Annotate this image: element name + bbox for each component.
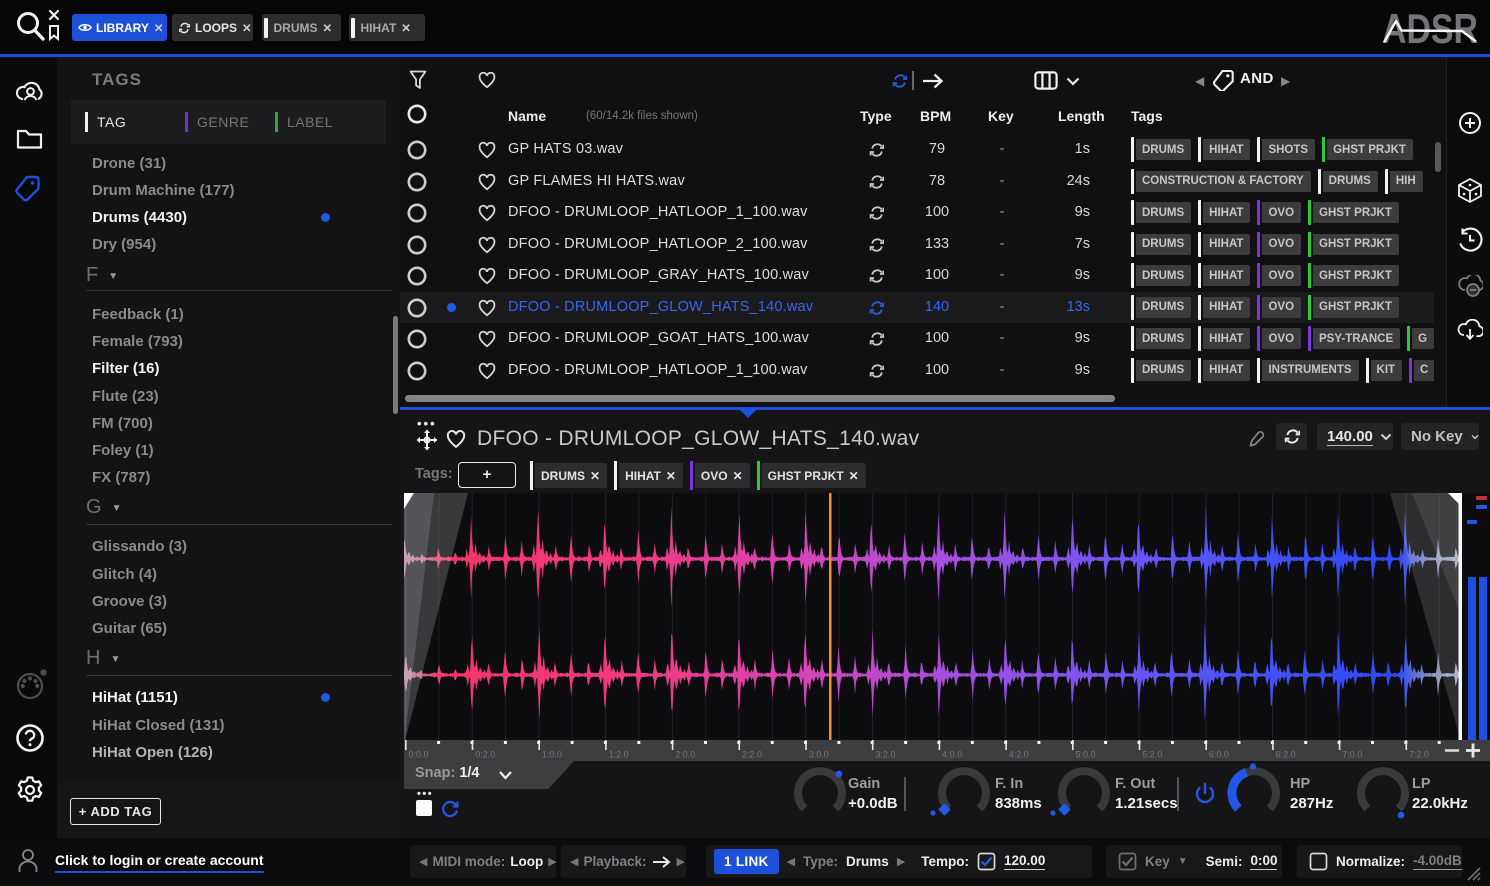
svg-text:1:0.0: 1:0.0 — [542, 750, 562, 760]
svg-text:1:2.0: 1:2.0 — [609, 750, 629, 760]
svg-text:0:2.0: 0:2.0 — [475, 750, 495, 760]
svg-text:ADSR: ADSR — [1382, 8, 1478, 47]
svg-text:3:2.0: 3:2.0 — [875, 750, 895, 760]
svg-text:4:0.0: 4:0.0 — [942, 750, 962, 760]
svg-text:7:2.0: 7:2.0 — [1409, 750, 1429, 760]
svg-text:0:0.0: 0:0.0 — [409, 750, 429, 760]
svg-text:4:2.0: 4:2.0 — [1009, 750, 1029, 760]
svg-text:5:2.0: 5:2.0 — [1142, 750, 1162, 760]
svg-text:6:2.0: 6:2.0 — [1276, 750, 1296, 760]
svg-text:3:0.0: 3:0.0 — [809, 750, 829, 760]
svg-text:2:2.0: 2:2.0 — [742, 750, 762, 760]
svg-text:7:0.0: 7:0.0 — [1342, 750, 1362, 760]
svg-text:5:0.0: 5:0.0 — [1076, 750, 1096, 760]
svg-text:6:0.0: 6:0.0 — [1209, 750, 1229, 760]
svg-text:2:0.0: 2:0.0 — [675, 750, 695, 760]
